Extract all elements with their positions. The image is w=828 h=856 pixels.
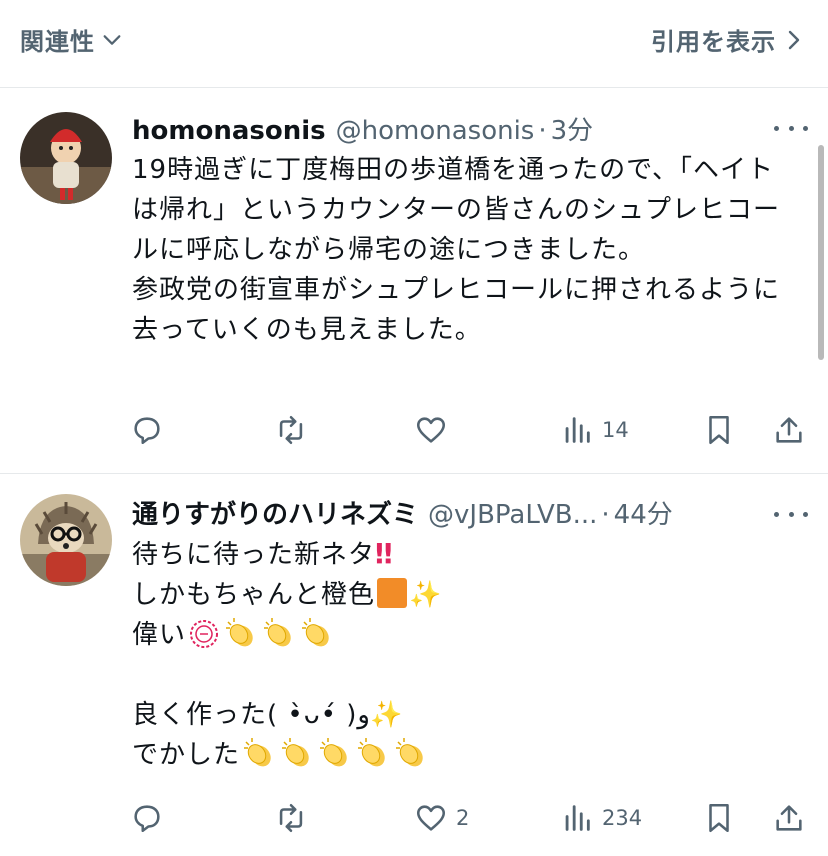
reply-button[interactable] [130,410,172,450]
tweet-header: 通りすがりのハリネズミ @vJBPaLVB... · 44分 [132,494,673,531]
repost-icon [279,803,303,833]
bookmark-icon [709,803,729,833]
views-icon [565,417,590,443]
tweet-line-text: 良く作った( •̀ᴗ•́ )و [132,700,370,730]
views-count: 14 [602,418,629,442]
bookmark-button[interactable] [702,410,736,450]
separator-dot: · [601,500,610,530]
heart-icon [416,805,446,831]
replies-header: 関連性 引用を表示 [0,0,828,88]
clapping-hands-icon [396,738,423,767]
clapping-hands-icon [244,738,271,767]
view-quotes-label: 引用を表示 [651,28,776,56]
tweet-text: 19時過ぎに丁度梅田の歩道橋を通ったので、「ヘイトは帰れ」というカウンターの皆さ… [132,155,781,345]
clapping-hands-icon [358,738,385,767]
tweet-line: でかした [132,735,797,775]
repost-button[interactable] [274,410,316,450]
display-name[interactable]: homonasonis [132,116,326,146]
repost-button[interactable] [274,798,316,838]
tweet-actions: 14 [130,410,810,450]
tweet-line-text: しかもちゃんと橙色 [132,580,376,610]
avatar[interactable] [20,494,112,586]
like-button[interactable]: 2 [414,798,469,838]
tweet-header: homonasonis @homonasonis · 3分 [132,110,593,147]
repost-icon [279,415,303,445]
timestamp[interactable]: 3分 [551,110,594,147]
heart-icon [416,417,446,443]
reply-tweet[interactable]: 通りすがりのハリネズミ @vJBPaLVB... · 44分 待ちに待った新ネタ… [0,474,828,856]
chevron-down-icon [103,34,121,45]
tweet-text: 待ちに待った新ネタ‼ しかもちゃんと橙色 ✨ 偉い 良く作った( •̀ᴗ•́ )و✨ で… [132,534,797,775]
more-dots-icon[interactable] [774,116,808,140]
user-handle[interactable]: @vJBPaLVB... [428,500,597,530]
reply-button[interactable] [130,798,172,838]
views-count: 234 [602,806,643,830]
chevron-right-icon [788,30,800,49]
double-exclamation-icon: ‼ [375,537,394,570]
tweet-line-text: でかした [132,740,241,770]
clapping-hands-icon [264,618,291,647]
view-quotes-link[interactable]: 引用を表示 [651,22,804,57]
like-count: 2 [456,806,470,830]
clapping-hands-icon [320,738,347,767]
reply-icon [134,417,160,445]
avatar[interactable] [20,112,112,204]
views-button[interactable]: 14 [560,410,629,450]
clapping-hands-icon [302,618,329,647]
sparkles-icon: ✨ [369,700,403,730]
timestamp[interactable]: 44分 [614,494,673,531]
tweet-actions: 2 234 [130,798,810,838]
share-button[interactable] [772,410,806,450]
display-name[interactable]: 通りすがりのハリネズミ [132,494,418,531]
tweet-line: しかもちゃんと橙色 ✨ [132,575,797,615]
like-button[interactable] [414,410,456,450]
share-icon [776,805,802,831]
sparkles-icon: ✨ [409,580,443,610]
bookmark-icon [709,415,729,445]
excellent-stamp-icon [190,620,219,648]
views-icon [565,805,590,831]
sort-label: 関連性 [20,28,95,56]
tweet-line-empty [132,655,797,695]
reply-icon [134,805,160,833]
views-button[interactable]: 234 [560,798,642,838]
tweet-line: 偉い [132,615,797,655]
tweet-line-text: 偉い [132,620,187,650]
share-button[interactable] [772,798,806,838]
tweet-line-text: 待ちに待った新ネタ [132,540,376,570]
orange-square-icon [377,578,408,608]
tweet-line: 良く作った( •̀ᴗ•́ )و✨ [132,695,797,735]
share-icon [776,417,802,443]
bookmark-button[interactable] [702,798,736,838]
clapping-hands-icon [282,738,309,767]
reply-tweet[interactable]: homonasonis @homonasonis · 3分 19時過ぎに丁度梅田… [0,88,828,474]
more-dots-icon[interactable] [774,502,808,526]
tweet-line: 待ちに待った新ネタ‼ [132,534,797,575]
user-handle[interactable]: @homonasonis [336,116,535,146]
clapping-hands-icon [226,618,253,647]
sort-relevance-toggle[interactable]: 関連性 [20,22,123,57]
separator-dot: · [538,116,547,146]
